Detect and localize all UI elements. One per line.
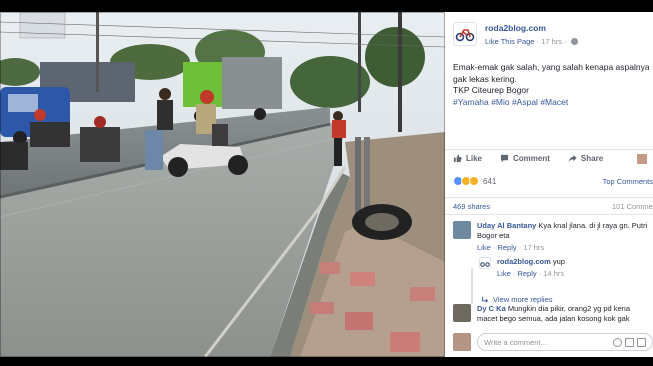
comment-meta: Like · Reply · 17 hrs (477, 243, 647, 253)
reaction-count: 641 (483, 176, 497, 186)
write-comment-row: Write a comment... (453, 332, 653, 352)
page-name[interactable]: roda2blog.com (485, 23, 578, 33)
comment-author[interactable]: Uday Al Bantany (477, 221, 536, 230)
hashtag-link[interactable]: #Yamaha (453, 97, 489, 107)
road-photo-illustration (0, 12, 445, 357)
comment: Dy C Ka Mungkin dia pikir, orang2 yg pd … (453, 304, 630, 324)
reply-thread-line (471, 268, 473, 304)
post-body: Emak-emak gak salah, yang salah kenapa a… (453, 62, 653, 108)
post-time[interactable]: 17 hrs (541, 37, 562, 46)
comment-like-link[interactable]: Like (497, 269, 511, 278)
reactions-summary[interactable]: 641 Top Comments (453, 175, 653, 187)
globe-icon (570, 38, 578, 45)
post-text-line: gak lekas kering. (453, 73, 517, 84)
like-button[interactable]: Like (453, 154, 482, 163)
viewer-avatar[interactable] (637, 154, 647, 164)
comment-body: Dy C Ka Mungkin dia pikir, orang2 yg pd … (477, 304, 630, 324)
comment-reply: roda2blog.com yup Like · Reply · 14 hrs (479, 257, 565, 279)
share-button[interactable]: Share (568, 154, 603, 163)
comment-text: Kya knal jlana. di jl raya gn. Putri (538, 221, 648, 230)
page-avatar[interactable] (453, 22, 477, 46)
viewer-avatar[interactable] (453, 333, 471, 351)
hashtag-link[interactable]: #Aspal (512, 97, 538, 107)
comment-author[interactable]: Dy C Ka (477, 304, 506, 313)
comments-count[interactable]: 101 Comments (612, 202, 653, 211)
comment-icon (500, 154, 509, 163)
comment-text: Bogor eta (477, 231, 510, 240)
comment-text: Mungkin dia pikir, orang2 yg pd kena (507, 304, 631, 313)
top-comments-dropdown[interactable]: Top Comments (603, 177, 653, 186)
wow-reaction-icon (469, 176, 479, 186)
comment-reply-link[interactable]: Reply (497, 243, 516, 252)
view-more-replies-link[interactable]: View more replies (481, 295, 552, 304)
post-header: roda2blog.com Like This Page · 17 hrs · (453, 22, 578, 46)
shares-row: 469 shares 101 Comments (445, 197, 653, 215)
hashtag-link[interactable]: #Mio (491, 97, 509, 107)
avatar[interactable] (479, 257, 491, 269)
comment-text: macet bego semua, ada jalan kosong kok g… (477, 314, 630, 323)
comment-input-placeholder: Write a comment... (484, 337, 547, 347)
hashtag-list: #Yamaha #Mio #Aspal #Macet (453, 97, 653, 109)
comment: Uday Al Bantany Kya knal jlana. di jl ra… (453, 221, 647, 253)
post-details-panel: roda2blog.com Like This Page · 17 hrs · … (445, 12, 653, 357)
post-text-line: Emak-emak gak salah, yang salah kenapa a… (453, 62, 650, 72)
reply-arrow-icon (482, 296, 489, 303)
comment-button[interactable]: Comment (500, 154, 550, 163)
emoji-icon[interactable] (613, 338, 622, 347)
like-page-link[interactable]: Like This Page (485, 37, 534, 46)
share-icon (568, 154, 577, 163)
comment-input[interactable]: Write a comment... (477, 333, 653, 351)
logo-icon (455, 29, 475, 42)
avatar[interactable] (453, 304, 471, 322)
comment-reply-link[interactable]: Reply (517, 269, 536, 278)
like-label: Like (466, 154, 483, 163)
comment-text-line: Uday Al Bantany Kya knal jlana. di jl ra… (477, 221, 647, 231)
comment-author[interactable]: roda2blog.com (497, 257, 551, 266)
post-meta: Like This Page · 17 hrs · (485, 37, 578, 46)
like-icon (453, 154, 462, 163)
post-photo[interactable] (0, 12, 445, 357)
post-text-line: TKP Citeurep Bogor (453, 85, 529, 95)
gif-icon[interactable] (637, 338, 646, 347)
comment-text-line: Dy C Ka Mungkin dia pikir, orang2 yg pd … (477, 304, 630, 314)
comment-like-link[interactable]: Like (477, 243, 491, 252)
comment-input-tools (610, 338, 646, 347)
avatar[interactable] (453, 221, 471, 239)
logo-icon (480, 262, 490, 267)
camera-icon[interactable] (625, 338, 634, 347)
comment-time[interactable]: 17 hrs (523, 243, 544, 252)
post-header-text: roda2blog.com Like This Page · 17 hrs · (485, 22, 578, 46)
comment-text: yup (552, 257, 565, 266)
hashtag-link[interactable]: #Macet (540, 97, 568, 107)
comment-body: roda2blog.com yup Like · Reply · 14 hrs (497, 257, 565, 279)
view-more-label: View more replies (493, 295, 553, 304)
comment-body: Uday Al Bantany Kya knal jlana. di jl ra… (477, 221, 647, 253)
comment-text-line: roda2blog.com yup (497, 257, 565, 267)
meta-separator: · (564, 37, 569, 46)
comment-time[interactable]: 14 hrs (543, 269, 564, 278)
shares-count[interactable]: 469 shares (453, 202, 490, 211)
comment-meta: Like · Reply · 14 hrs (497, 269, 565, 279)
comment-label: Comment (513, 154, 550, 163)
post-action-bar: Like Comment Share (445, 149, 653, 167)
share-label: Share (580, 154, 604, 163)
